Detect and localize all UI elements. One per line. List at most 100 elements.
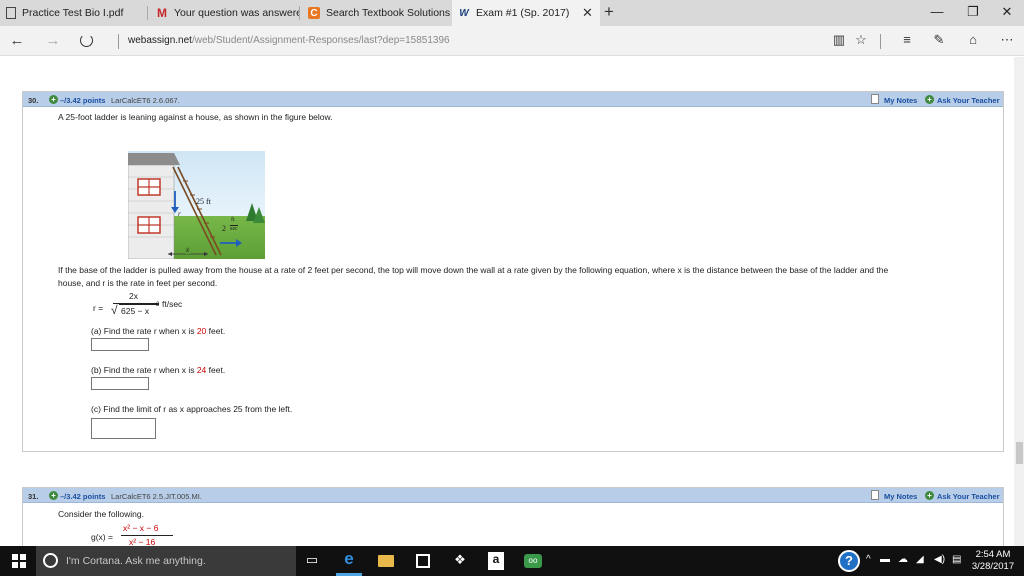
question-number: 31. — [28, 492, 39, 501]
edge-browser-icon[interactable]: e — [339, 549, 359, 568]
equation-numerator: 2x — [129, 291, 138, 301]
vertical-scrollbar[interactable] — [1014, 57, 1024, 546]
question-header: 31. + –/3.42 points LarCalcET6 2.5.JIT.0… — [23, 488, 1003, 503]
page-content: 30. + –/3.42 points LarCalcET6 2.6.067. … — [0, 57, 1024, 546]
ladder-length-label: 25 ft — [196, 197, 211, 206]
my-notes-link[interactable]: My Notes — [884, 96, 917, 105]
part-c-label: (c) Find the limit of r as x approaches … — [91, 404, 293, 414]
windows-taskbar: I'm Cortana. Ask me anything. ▭ e ❖ a oo… — [0, 546, 1024, 576]
scrollbar-thumb[interactable] — [1016, 442, 1023, 464]
distance-x-label: x — [185, 246, 191, 254]
browser-tab-bar: Practice Test Bio I.pdf M Your question … — [0, 0, 1024, 26]
webassign-icon: W — [459, 7, 469, 19]
equation-numerator: x² − x − 6 — [123, 523, 159, 533]
tab-gmail[interactable]: M Your question was answere — [150, 0, 300, 26]
hub-icon[interactable]: ≡ — [898, 32, 916, 47]
help-icon[interactable]: ? — [838, 550, 860, 572]
equation-denominator: 625 − x — [121, 306, 150, 316]
equation-lhs: g(x) = — [91, 532, 113, 542]
tab-label: Your question was answere — [174, 7, 300, 19]
rate-unit-den: sec — [230, 225, 238, 232]
sqrt-symbol: √ — [111, 303, 118, 317]
part-a-label: (a) Find the rate r when x is 20 feet. — [91, 326, 226, 336]
battery-icon[interactable]: ▬ — [880, 554, 890, 565]
question-header: 30. + –/3.42 points LarCalcET6 2.6.067. … — [23, 92, 1003, 107]
notes-icon — [871, 490, 879, 500]
tab-chegg[interactable]: C Search Textbook Solutions | — [302, 0, 450, 26]
equation-exponent: 2 — [156, 302, 160, 308]
clock-time: 2:54 AM — [975, 549, 1011, 560]
web-note-icon[interactable]: ✎ — [930, 32, 948, 48]
equation-unit: ft/sec — [162, 299, 183, 309]
new-tab-button[interactable]: + — [604, 2, 614, 22]
address-bar: ← → webassign.net/web/Student/Assignment… — [0, 26, 1024, 56]
more-menu-icon[interactable]: ⋯ — [998, 32, 1016, 48]
my-notes-link[interactable]: My Notes — [884, 492, 917, 501]
tripadvisor-icon[interactable]: oo — [524, 554, 542, 568]
description-line-1: If the base of the ladder is pulled away… — [58, 265, 889, 275]
notifications-icon[interactable]: ▤ — [952, 554, 961, 565]
back-arrow-icon[interactable]: ← — [6, 32, 28, 49]
cortana-icon — [43, 553, 58, 568]
tab-label: Practice Test Bio I.pdf — [22, 7, 124, 19]
clock-date: 3/28/2017 — [971, 561, 1015, 572]
gmail-icon: M — [157, 6, 167, 20]
expand-plus-icon[interactable]: + — [49, 491, 58, 500]
question-number: 30. — [28, 96, 39, 105]
description-line-2: house, and r is the rate in feet per sec… — [58, 278, 218, 288]
question-prompt: Consider the following. — [58, 509, 144, 519]
tab-exam[interactable]: W Exam #1 (Sp. 2017) — [452, 0, 600, 26]
volume-icon[interactable]: ◀) — [934, 554, 945, 565]
favorite-star-icon[interactable]: ☆ — [852, 32, 870, 48]
answer-a-input[interactable] — [91, 338, 149, 351]
dropbox-icon[interactable]: ❖ — [450, 552, 470, 570]
store-icon[interactable] — [416, 554, 430, 568]
file-explorer-icon[interactable] — [378, 555, 394, 567]
amazon-icon[interactable]: a — [488, 552, 504, 570]
windows-start-icon[interactable] — [12, 554, 26, 568]
chegg-icon: C — [308, 7, 320, 19]
expand-plus-icon[interactable]: + — [49, 95, 58, 104]
question-prompt: A 25-foot ladder is leaning against a ho… — [58, 112, 333, 122]
ask-teacher-link[interactable]: Ask Your Teacher — [937, 96, 1000, 105]
rate-coefficient: 2 — [222, 224, 226, 233]
close-window-button[interactable]: ✕ — [992, 4, 1022, 20]
ask-teacher-link[interactable]: Ask Your Teacher — [937, 492, 1000, 501]
ladder-figure: 25 ft r 2 ft sec x — [128, 151, 265, 259]
tray-chevron-icon[interactable]: ^ — [866, 554, 871, 565]
cortana-search-box[interactable]: I'm Cortana. Ask me anything. — [36, 546, 296, 576]
cortana-placeholder: I'm Cortana. Ask me anything. — [66, 555, 206, 567]
points-label: –/3.42 points — [60, 96, 106, 105]
answer-c-input[interactable] — [91, 418, 156, 439]
question-code: LarCalcET6 2.5.JIT.005.MI. — [111, 492, 202, 501]
forward-arrow-icon[interactable]: → — [42, 32, 64, 49]
close-tab-icon[interactable]: ✕ — [582, 5, 593, 21]
url-field[interactable]: webassign.net/web/Student/Assignment-Res… — [128, 35, 450, 46]
notes-icon — [871, 94, 879, 104]
part-b-label: (b) Find the rate r when x is 24 feet. — [91, 365, 226, 375]
maximize-button[interactable]: ❐ — [958, 4, 988, 20]
ask-plus-icon: + — [925, 491, 934, 500]
minimize-button[interactable]: — — [922, 4, 952, 19]
equation-lhs: r = — [93, 303, 104, 313]
document-icon — [6, 7, 16, 19]
ask-plus-icon: + — [925, 95, 934, 104]
tab-practice-test[interactable]: Practice Test Bio I.pdf — [0, 0, 148, 26]
rate-unit-num: ft — [231, 217, 235, 223]
onedrive-icon[interactable]: ☁ — [898, 554, 908, 565]
wifi-icon[interactable]: ◢ — [916, 554, 924, 565]
share-icon[interactable]: ⌂ — [964, 32, 982, 47]
rate-r-label: r — [178, 210, 181, 218]
question-code: LarCalcET6 2.6.067. — [111, 96, 180, 105]
points-label: –/3.42 points — [60, 492, 106, 501]
tab-label: Search Textbook Solutions | — [326, 7, 450, 19]
tab-label: Exam #1 (Sp. 2017) — [476, 7, 570, 19]
equation-denominator: x² − 16 — [129, 537, 156, 546]
answer-b-input[interactable] — [91, 377, 149, 390]
reading-view-icon[interactable]: ▥ — [830, 32, 848, 48]
task-view-icon[interactable]: ▭ — [302, 552, 322, 570]
question-30: 30. + –/3.42 points LarCalcET6 2.6.067. … — [22, 91, 1004, 452]
question-31: 31. + –/3.42 points LarCalcET6 2.5.JIT.0… — [22, 487, 1004, 546]
refresh-icon[interactable] — [80, 34, 93, 47]
system-clock[interactable]: 2:54 AM 3/28/2017 — [968, 549, 1018, 573]
